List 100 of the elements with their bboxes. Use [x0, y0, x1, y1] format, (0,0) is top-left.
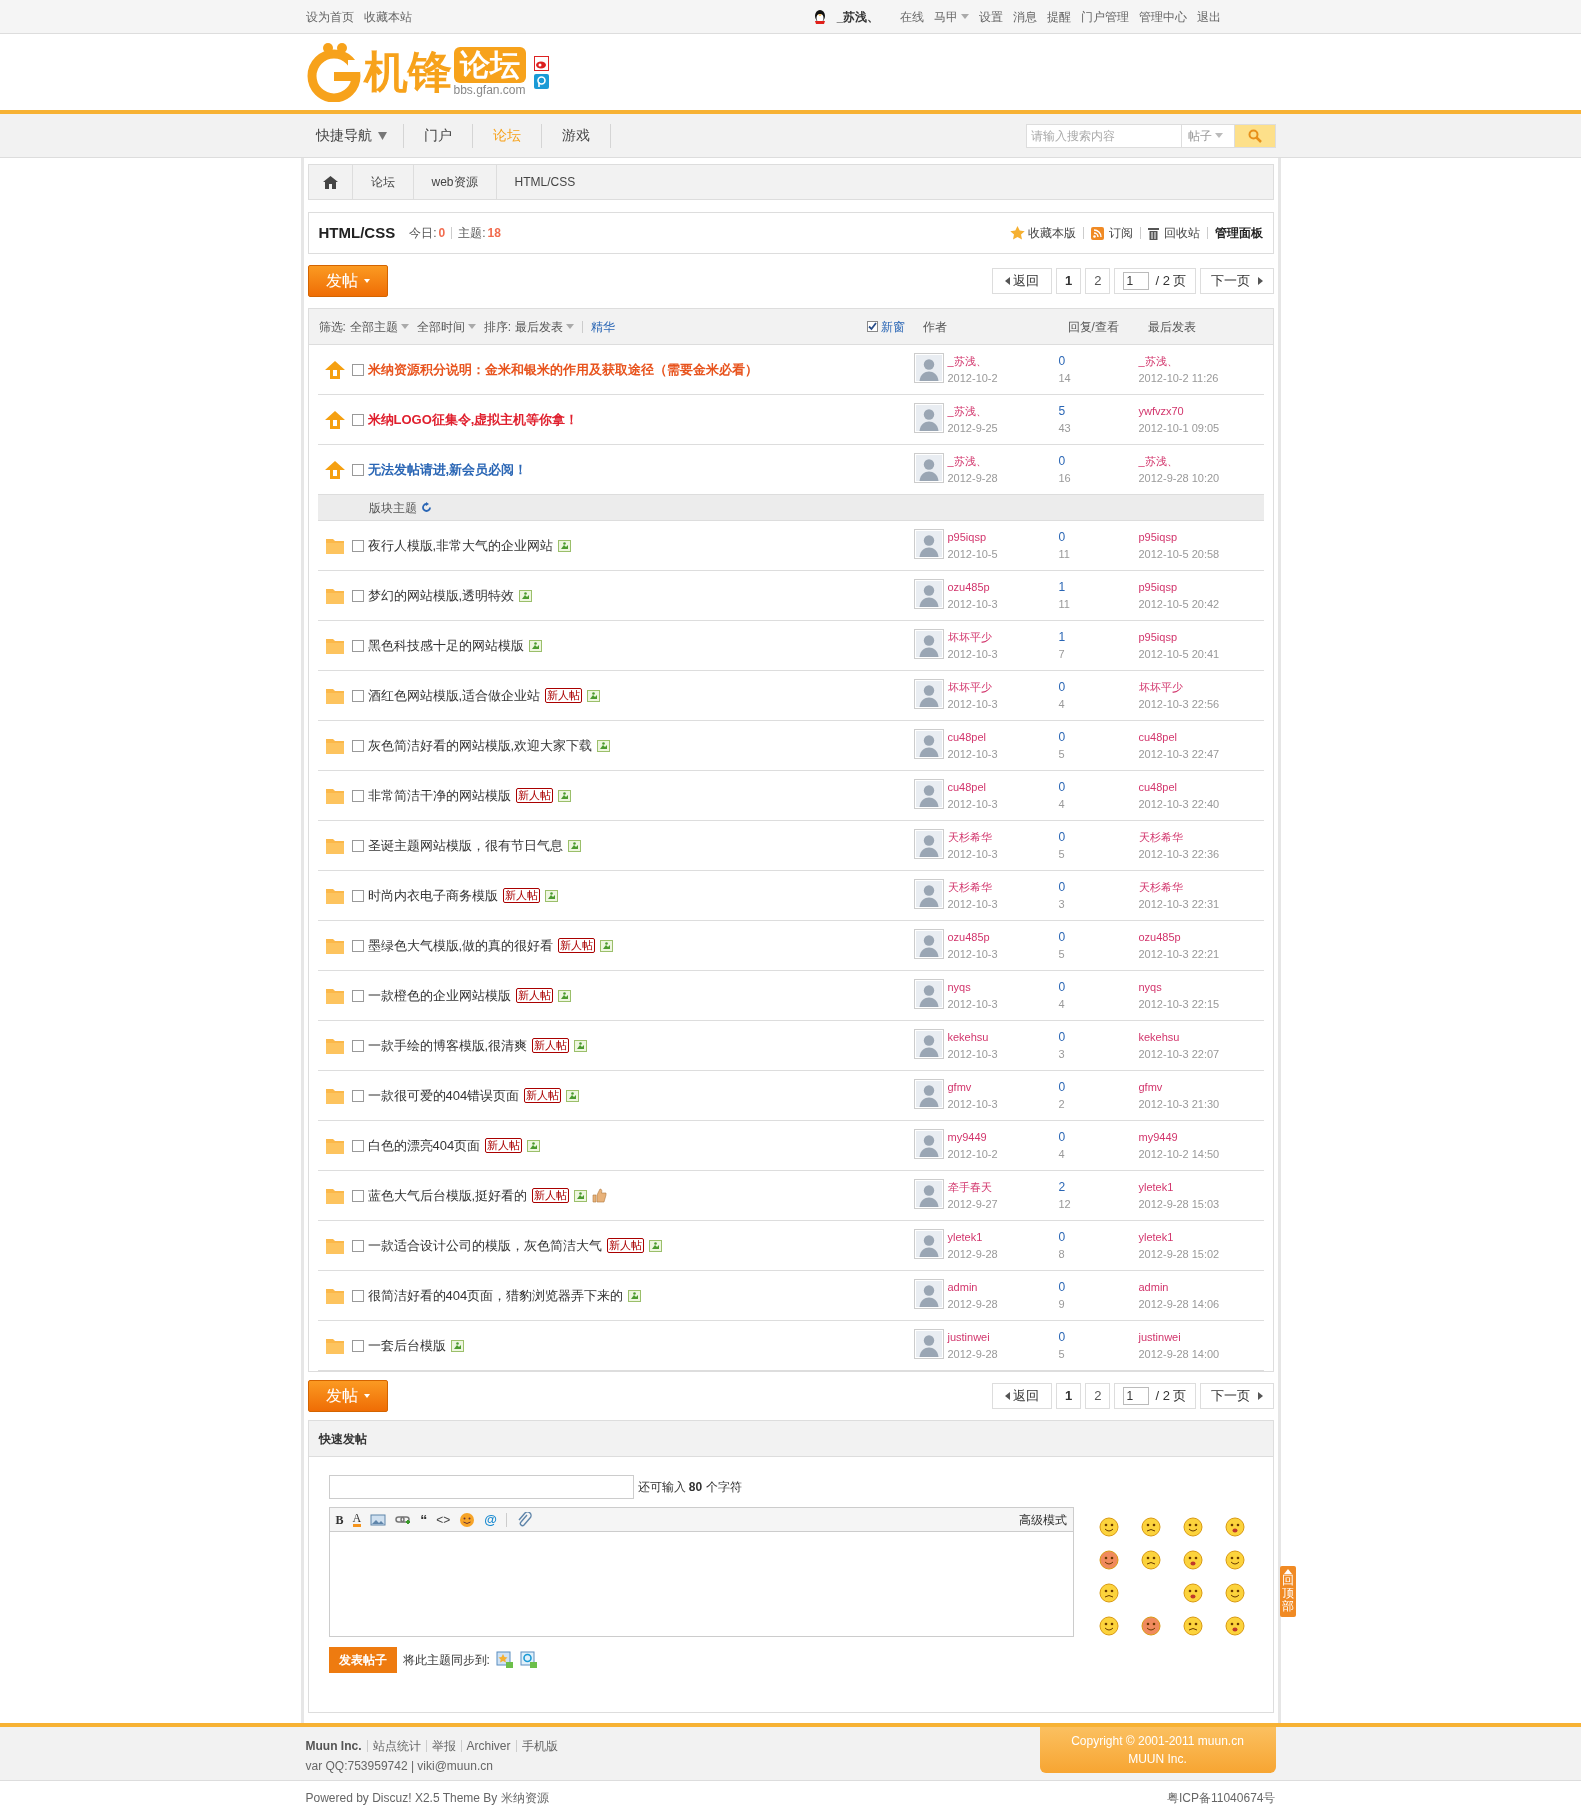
checkbox[interactable] — [351, 1289, 364, 1302]
page-input[interactable]: 1 — [1123, 1387, 1150, 1405]
last-poster[interactable]: nyqs — [1138, 978, 1264, 996]
author-name[interactable]: my9449 — [947, 1128, 998, 1146]
author-name[interactable]: nyqs — [947, 978, 998, 996]
filter-dropdown[interactable]: 全部主题 — [349, 317, 409, 336]
footer-link[interactable]: 手机版 — [521, 1736, 558, 1756]
thread-title[interactable]: 蓝色大气后台模版,挺好看的 — [367, 1185, 528, 1206]
weibo-icon[interactable] — [533, 55, 549, 71]
author-name[interactable]: 天杉希华 — [947, 878, 998, 896]
thread-title[interactable]: 一款手绘的博客模版,很清爽 — [367, 1035, 528, 1056]
last-poster[interactable]: my9449 — [1138, 1128, 1264, 1146]
thread-title[interactable]: 夜行人模版,非常大气的企业网站 — [367, 535, 554, 556]
author-name[interactable]: gfmv — [947, 1078, 998, 1096]
breadcrumb-link[interactable]: 论坛 — [352, 165, 414, 199]
sync-qq-icon[interactable] — [519, 1651, 538, 1669]
checkbox[interactable] — [351, 463, 364, 476]
smiley-icon[interactable] — [1098, 1550, 1119, 1570]
last-poster[interactable]: ozu485p — [1138, 928, 1264, 946]
thread-title[interactable]: 米纳资源积分说明：金米和银米的作用及获取途径（需要金米必看） — [367, 359, 758, 380]
footer-link[interactable]: Archiver — [466, 1736, 511, 1756]
thread-title[interactable]: 一款很可爱的404错误页面 — [367, 1085, 520, 1106]
top-link[interactable]: 门户管理 — [1080, 7, 1129, 26]
smiley-icon[interactable] — [1182, 1517, 1203, 1537]
top-link[interactable]: 设置 — [978, 7, 1003, 26]
last-poster[interactable]: yletek1 — [1138, 1178, 1264, 1196]
checkbox[interactable] — [351, 1089, 364, 1102]
page-number[interactable]: 1 — [1055, 1383, 1082, 1409]
last-poster[interactable]: kekehsu — [1138, 1028, 1264, 1046]
quote-button[interactable]: “ — [420, 1514, 428, 1525]
checkbox[interactable] — [351, 539, 364, 552]
author-name[interactable]: p95iqsp — [947, 528, 998, 546]
checkbox[interactable] — [351, 739, 364, 752]
top-link[interactable]: 在线 — [899, 7, 924, 26]
thread-title[interactable]: 黑色科技感十足的网站模版 — [367, 635, 524, 656]
author-name[interactable]: _苏浅、 — [947, 352, 998, 370]
top-link[interactable]: 提醒 — [1046, 7, 1071, 26]
new-window-toggle[interactable]: 新窗 — [866, 317, 905, 336]
nav-item[interactable]: 门户 — [403, 123, 473, 148]
smiley-icon[interactable] — [1224, 1583, 1245, 1603]
page-number[interactable]: 1 — [1055, 268, 1082, 294]
thread-title[interactable]: 很简洁好看的404页面，猎豹浏览器弄下来的 — [367, 1285, 624, 1306]
last-poster[interactable]: 坏坏平少 — [1138, 678, 1264, 696]
thread-title[interactable]: 梦幻的网站模版,透明特效 — [367, 585, 515, 606]
checkbox[interactable] — [351, 363, 364, 376]
thread-title[interactable]: 无法发帖请进,新会员必阅！ — [367, 459, 528, 480]
author-name[interactable]: 坏坏平少 — [947, 678, 998, 696]
page-jump[interactable]: 1 / 2 页 — [1114, 268, 1196, 294]
checkbox[interactable] — [351, 989, 364, 1002]
top-link[interactable]: 管理中心 — [1138, 7, 1187, 26]
author-name[interactable]: kekehsu — [947, 1028, 998, 1046]
top-link[interactable]: 退出 — [1196, 7, 1221, 26]
smiley-icon[interactable] — [1140, 1517, 1161, 1537]
forum-action-link[interactable]: 收藏本版 — [1027, 224, 1076, 242]
thread-title[interactable]: 非常简洁干净的网站模版 — [367, 785, 511, 806]
page-input[interactable]: 1 — [1123, 272, 1150, 290]
forum-action-link[interactable]: 订阅 — [1108, 224, 1133, 242]
page-number[interactable]: 2 — [1085, 1383, 1111, 1409]
smiley-icon[interactable] — [1224, 1517, 1245, 1537]
image-icon[interactable] — [370, 1511, 387, 1528]
back-button[interactable]: 返回 — [991, 268, 1052, 294]
digest-link[interactable]: 精华 — [591, 317, 616, 336]
paperclip-icon[interactable] — [515, 1511, 532, 1528]
last-poster[interactable]: 天杉希华 — [1138, 828, 1264, 846]
back-button[interactable]: 返回 — [991, 1383, 1052, 1409]
smiley-icon[interactable] — [1224, 1616, 1245, 1636]
checkbox[interactable] — [351, 839, 364, 852]
author-name[interactable]: justinwei — [947, 1328, 998, 1346]
thread-title[interactable]: 一款适合设计公司的模版，灰色简洁大气 — [367, 1235, 602, 1256]
thread-title[interactable]: 时尚内衣电子商务模版 — [367, 885, 498, 906]
last-poster[interactable]: p95iqsp — [1138, 578, 1264, 596]
last-poster[interactable]: _苏浅、 — [1138, 452, 1264, 470]
thread-title[interactable]: 一款橙色的企业网站模版 — [367, 985, 511, 1006]
bold-button[interactable]: B — [335, 1510, 344, 1529]
checkbox[interactable] — [351, 413, 364, 426]
last-poster[interactable]: gfmv — [1138, 1078, 1264, 1096]
author-name[interactable]: cu48pel — [947, 778, 998, 796]
checkbox[interactable] — [351, 789, 364, 802]
breadcrumb-link[interactable]: HTML/CSS — [496, 165, 594, 199]
last-poster[interactable]: _苏浅、 — [1138, 352, 1264, 370]
author-name[interactable]: 牵手春天 — [947, 1178, 998, 1196]
author-name[interactable]: ozu485p — [947, 928, 998, 946]
smiley-icon[interactable] — [1182, 1583, 1203, 1603]
last-poster[interactable]: admin — [1138, 1278, 1264, 1296]
top-link[interactable]: 消息 — [1012, 7, 1037, 26]
search-button[interactable] — [1233, 123, 1276, 148]
thread-title[interactable]: 灰色简洁好看的网站模版,欢迎大家下载 — [367, 735, 593, 756]
checkbox[interactable] — [351, 1339, 364, 1352]
code-button[interactable]: <> — [436, 1510, 451, 1529]
checkbox[interactable] — [351, 1039, 364, 1052]
advanced-mode-link[interactable]: 高级模式 — [1018, 1510, 1067, 1529]
checkbox[interactable] — [351, 689, 364, 702]
thread-title[interactable]: 一套后台模版 — [367, 1335, 446, 1356]
author-name[interactable]: ozu485p — [947, 578, 998, 596]
footer-link[interactable]: 站点统计 — [372, 1736, 421, 1756]
sort-dropdown[interactable]: 最后发表 — [515, 317, 575, 336]
author-name[interactable]: admin — [947, 1278, 998, 1296]
author-name[interactable]: cu48pel — [947, 728, 998, 746]
checkbox[interactable] — [351, 1189, 364, 1202]
last-poster[interactable]: ywfvzx70 — [1138, 402, 1264, 420]
